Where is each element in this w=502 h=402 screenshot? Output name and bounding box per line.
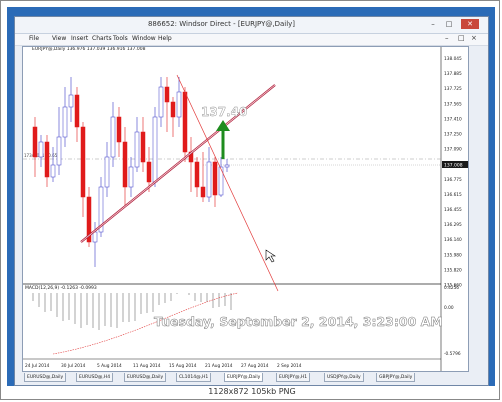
child-minimize-button[interactable]: –: [445, 34, 449, 42]
app-window: 886652: Windsor Direct - [EURJPY@,Daily]…: [14, 16, 489, 386]
chart-tab[interactable]: EURUSD@,Daily: [124, 373, 167, 382]
date-tick-label: 27 Aug 2014: [241, 363, 269, 369]
chart-tab[interactable]: EURJPY@,Daily: [224, 373, 264, 382]
candle-body: [146, 161, 152, 183]
menu-view[interactable]: View: [52, 35, 66, 42]
candles-group: [32, 77, 230, 267]
candle-body: [32, 126, 38, 158]
candle-body: [74, 94, 80, 128]
price-tick-label: 137.090: [444, 147, 462, 153]
candle-body: [200, 186, 206, 198]
price-tick-label: 136.615: [444, 192, 462, 198]
menu-window[interactable]: Window: [132, 35, 156, 42]
price-tick-label: 137.410: [444, 116, 462, 122]
child-restore-button[interactable]: □: [458, 34, 465, 42]
menu-tools[interactable]: Tools: [113, 35, 128, 42]
date-tick-label: 15 Aug 2014: [169, 363, 197, 369]
macd-tick-label: 0.00: [444, 305, 454, 311]
candle-body: [116, 116, 122, 143]
price-tick-label: 138.045: [444, 56, 462, 62]
candle-body: [80, 126, 86, 198]
price-tick-label: 137.885: [444, 71, 462, 77]
maximize-button[interactable]: □: [443, 19, 455, 29]
candle-body: [68, 94, 74, 108]
price-tick-label: 136.140: [444, 237, 462, 243]
price-tick-label: 137.565: [444, 101, 462, 107]
image-caption: 1128x872 105kb PNG: [208, 387, 296, 396]
candle-body: [62, 106, 68, 138]
window-title: 886652: Windsor Direct - [EURJPY@,Daily]: [147, 20, 296, 28]
current-price-label: 137.008: [444, 163, 463, 169]
candle-body: [134, 131, 140, 168]
candle-body: [128, 166, 134, 188]
candle-body: [38, 141, 44, 158]
up-arrow-head: [216, 120, 230, 131]
price-tick-label: 135.820: [444, 267, 462, 273]
date-tick-label: 21 Aug 2014: [205, 363, 233, 369]
candle-body: [44, 141, 50, 178]
price-tick-label: 136.455: [444, 207, 462, 213]
candle-body: [224, 164, 230, 168]
date-tick-label: 24 Jul 2014: [25, 363, 50, 369]
price-tick-label: 136.295: [444, 222, 462, 228]
candle-body: [158, 86, 164, 118]
title-bar[interactable]: 886652: Windsor Direct - [EURJPY@,Daily]…: [15, 17, 488, 34]
child-close-button[interactable]: ×: [471, 34, 477, 42]
menu-file[interactable]: File: [29, 35, 39, 42]
price-tick-label: 137.250: [444, 132, 462, 138]
menu-insert[interactable]: Insert: [71, 35, 88, 42]
candle-body: [194, 161, 200, 188]
chart-tab[interactable]: EURJPY@,H1: [276, 373, 311, 382]
close-button[interactable]: ✕: [461, 19, 479, 29]
date-tick-label: 5 Aug 2014: [97, 363, 122, 369]
candle-body: [176, 91, 182, 118]
minimize-button[interactable]: –: [427, 19, 439, 29]
date-axis-labels: 24 Jul 2014 30 Jul 2014 5 Aug 2014 11 Aug 2…: [25, 363, 302, 369]
candle-body: [140, 131, 146, 163]
candle-body: [104, 156, 110, 188]
chart-tab[interactable]: EURUSD@,H4: [76, 373, 114, 382]
chart-tab[interactable]: GBPJPY@,Daily: [376, 373, 416, 382]
candle-body: [182, 91, 188, 153]
candle-body: [122, 141, 128, 188]
chart-tab[interactable]: USDJPY@,Daily: [324, 373, 364, 382]
menu-charts[interactable]: Charts: [92, 35, 112, 42]
price-tick-label: 137.725: [444, 86, 462, 92]
macd-tick-label: -0.5796: [444, 351, 461, 357]
menu-help[interactable]: Help: [158, 35, 172, 42]
chart-tabs: EURUSD@,Daily EURUSD@,H4 EURUSD@,Daily CL10…: [22, 372, 469, 383]
candle-body: [164, 86, 170, 103]
timestamp-overlay: Tuesday, September 2, 2014, 3:23:00 AM: [154, 314, 443, 329]
chart-tab[interactable]: CL1014@,H1: [176, 373, 212, 382]
mouse-cursor-icon: [265, 249, 276, 263]
date-tick-label: 2 Sep 2014: [277, 363, 302, 369]
candle-body: [218, 166, 224, 196]
macd-tick-label: 0.4256: [444, 285, 459, 291]
candle-body: [212, 161, 218, 196]
chart-tab[interactable]: EURUSD@,Daily: [24, 373, 67, 382]
candle-body: [50, 164, 56, 178]
candle-body: [110, 116, 116, 158]
candle-body: [152, 116, 158, 183]
price-tick-label: 135.980: [444, 252, 462, 258]
image-viewer: 886652: Windsor Direct - [EURJPY@,Daily]…: [0, 0, 500, 400]
candle-body: [92, 231, 98, 243]
chart-window[interactable]: EURJPY@,Daily 136.976 137.039 136.916 13…: [22, 46, 469, 372]
price-axis-labels: 138.045 137.885 137.725 137.565 137.410 137.2…: [444, 56, 462, 289]
date-tick-label: 11 Aug 2014: [133, 363, 161, 369]
menu-bar: File View Insert Charts Tools Window Hel…: [15, 34, 488, 46]
price-chart[interactable]: 137.40 Tuesday, September 2, 2014, 3:23:…: [23, 47, 469, 372]
price-annotation: 137.40: [201, 105, 247, 119]
macd-axis-labels: 0.4256 0.00 -0.5796: [444, 285, 461, 357]
candle-body: [56, 136, 62, 166]
candle-body: [170, 101, 176, 118]
candle-body: [206, 161, 212, 198]
price-tick-label: 136.775: [444, 177, 462, 183]
date-tick-label: 30 Jul 2014: [61, 363, 86, 369]
